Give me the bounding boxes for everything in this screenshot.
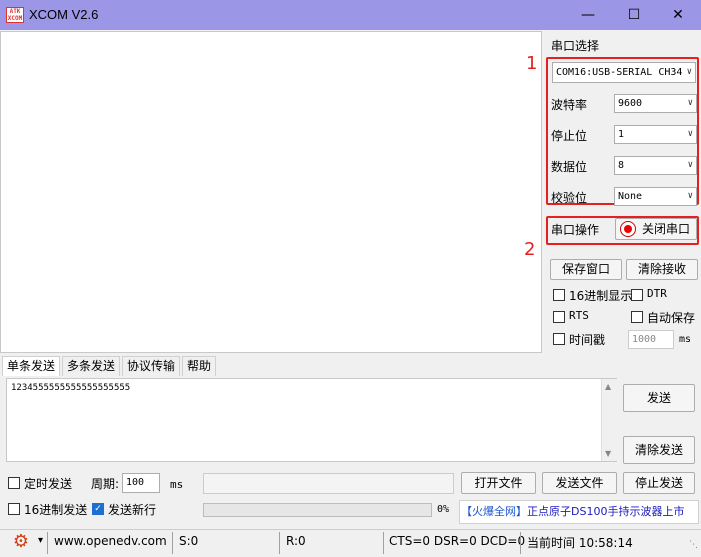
send-progress-bar — [203, 503, 432, 517]
period-unit: ms — [170, 478, 184, 491]
data-bits-label: 数据位 — [551, 160, 588, 174]
timestamp-unit: ms — [679, 334, 692, 345]
scroll-down-icon: ▼ — [605, 449, 612, 458]
annotation-2: 2 — [524, 239, 536, 260]
baud-label: 波特率 — [551, 98, 588, 112]
dtr-checkbox[interactable] — [631, 289, 643, 301]
send-button[interactable]: 发送 — [623, 384, 695, 412]
tab-protocol[interactable]: 协议传输 — [122, 356, 181, 376]
send-text: 1234555555555555555555 — [11, 383, 131, 393]
port-select[interactable]: COM16:USB-SERIAL CH34 ∨ — [552, 62, 696, 83]
save-window-button[interactable]: 保存窗口 — [550, 259, 622, 280]
minimize-icon: — — [581, 7, 595, 23]
hex-display-checkbox[interactable] — [553, 289, 565, 301]
rts-label: RTS — [569, 309, 589, 322]
close-icon: ✕ — [672, 7, 684, 23]
port-status-icon — [620, 221, 636, 237]
ad-text: 正点原子DS100手持示波器上市 — [527, 505, 685, 518]
timestamp-interval-input[interactable]: 1000 — [628, 330, 674, 349]
website-link[interactable]: www.openedv.com — [54, 534, 167, 548]
settings-chevron-down-icon[interactable]: ▾ — [38, 535, 43, 546]
timestamp-label: 时间戳 — [569, 333, 606, 347]
minimize-button[interactable]: — — [565, 0, 611, 30]
port-select-value: COM16:USB-SERIAL CH34 — [556, 67, 683, 78]
receive-textarea[interactable] — [0, 31, 542, 353]
ad-bracket: 【火爆全网】 — [461, 505, 527, 518]
close-port-label: 关闭串口 — [642, 222, 691, 236]
parity-select[interactable]: None ∨ — [614, 187, 697, 206]
baud-select[interactable]: 9600 ∨ — [614, 94, 697, 113]
period-input[interactable]: 100 — [122, 473, 160, 493]
sent-count: S:0 — [179, 534, 199, 548]
tab-single-send[interactable]: 单条发送 — [2, 356, 61, 376]
send-progress-value: 0% — [437, 504, 450, 515]
app-logo-icon: ATK XCOM — [6, 7, 24, 23]
maximize-icon: ☐ — [627, 7, 641, 23]
line-status: CTS=0 DSR=0 DCD=0 — [389, 534, 526, 548]
data-bits-select[interactable]: 8 ∨ — [614, 156, 697, 175]
chevron-down-icon: ∨ — [687, 191, 693, 201]
auto-save-checkbox[interactable] — [631, 311, 643, 323]
received-count: R:0 — [286, 534, 306, 548]
gear-icon[interactable]: ⚙ — [10, 531, 32, 553]
clear-receive-button[interactable]: 清除接收 — [626, 259, 698, 280]
parity-select-value: None — [618, 191, 643, 202]
period-value: 100 — [126, 477, 145, 488]
stop-bits-select[interactable]: 1 ∨ — [614, 125, 697, 144]
open-file-button[interactable]: 打开文件 — [461, 472, 536, 494]
maximize-button[interactable]: ☐ — [611, 0, 657, 30]
newline-label: 发送新行 — [108, 503, 157, 517]
parity-label: 校验位 — [551, 191, 588, 205]
timestamp-checkbox[interactable] — [553, 333, 565, 345]
hex-send-checkbox[interactable] — [8, 503, 20, 515]
auto-save-label: 自动保存 — [647, 311, 696, 325]
timed-send-checkbox[interactable] — [8, 477, 20, 489]
period-label: 周期: — [91, 477, 120, 491]
clear-send-button[interactable]: 清除发送 — [623, 436, 695, 464]
dtr-label: DTR — [647, 287, 667, 300]
stop-send-button[interactable]: 停止发送 — [623, 472, 695, 494]
current-time: 当前时间 10:58:14 — [527, 536, 633, 550]
data-bits-select-value: 8 — [618, 160, 625, 171]
timestamp-interval-value: 1000 — [632, 334, 657, 345]
hex-send-label: 16进制发送 — [24, 503, 88, 517]
chevron-down-icon: ∨ — [686, 67, 692, 77]
port-operation-label: 串口操作 — [551, 223, 600, 237]
stop-bits-label: 停止位 — [551, 129, 588, 143]
hex-display-label: 16进制显示 — [569, 289, 633, 303]
annotation-1: 1 — [526, 53, 538, 74]
baud-select-value: 9600 — [618, 98, 643, 109]
chevron-down-icon: ∨ — [687, 129, 693, 139]
tab-multi-send[interactable]: 多条发送 — [62, 356, 121, 376]
file-path-field[interactable] — [203, 473, 454, 494]
close-button[interactable]: ✕ — [655, 0, 701, 30]
send-scrollbar[interactable]: ▲ ▼ — [601, 379, 617, 461]
send-file-button[interactable]: 发送文件 — [542, 472, 617, 494]
stop-bits-select-value: 1 — [618, 129, 625, 140]
send-textarea[interactable]: 1234555555555555555555 ▲ ▼ — [6, 378, 617, 462]
port-group-title: 串口选择 — [551, 39, 600, 53]
scroll-up-icon: ▲ — [605, 382, 612, 391]
rts-checkbox[interactable] — [553, 311, 565, 323]
resize-grip-icon[interactable]: ⋱ — [689, 540, 698, 550]
newline-checkbox[interactable]: ✓ — [92, 503, 104, 515]
ad-banner[interactable]: 【火爆全网】正点原子DS100手持示波器上市 — [459, 500, 699, 524]
checkmark-icon: ✓ — [94, 504, 102, 514]
window-title: XCOM V2.6 — [29, 7, 99, 22]
chevron-down-icon: ∨ — [687, 160, 693, 170]
tab-help[interactable]: 帮助 — [182, 356, 217, 376]
chevron-down-icon: ∨ — [687, 98, 693, 108]
timed-send-label: 定时发送 — [24, 477, 73, 491]
